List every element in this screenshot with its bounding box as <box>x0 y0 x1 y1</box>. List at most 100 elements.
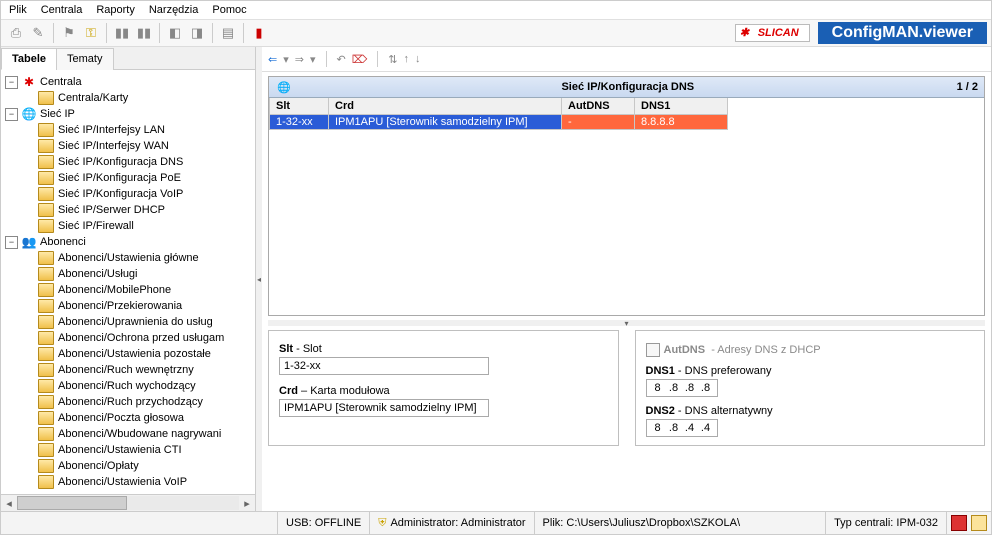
tree-item[interactable]: Sieć IP/Serwer DHCP <box>21 202 253 218</box>
tab-tematy[interactable]: Tematy <box>56 48 113 70</box>
left-panel: Tabele Tematy −✱CentralaCentrala/Karty−🌐… <box>1 47 256 511</box>
nav-down-icon[interactable]: ↓ <box>415 53 421 65</box>
folder-icon <box>38 427 54 441</box>
tree-item[interactable]: Abonenci/Ruch wychodzący <box>21 378 253 394</box>
col-crd[interactable]: Crd <box>329 98 562 115</box>
crd-input[interactable]: IPM1APU [Sterownik samodzielny IPM] <box>279 399 489 417</box>
tool-filter-icon[interactable]: ⚑ <box>59 22 79 44</box>
nav-tree[interactable]: −✱CentralaCentrala/Karty−🌐Sieć IPSieć IP… <box>1 70 255 494</box>
nav-back-icon[interactable]: ⇐ <box>268 53 277 66</box>
menu-plik[interactable]: Plik <box>9 4 27 16</box>
autdns-checkbox[interactable] <box>646 343 660 357</box>
centrala-icon: ✱ <box>22 75 36 89</box>
status-usb: USB: OFFLINE <box>277 512 369 534</box>
dns1-desc: - DNS preferowany <box>678 365 772 377</box>
folder-icon <box>38 219 54 233</box>
tree-item[interactable]: Abonenci/Ruch wewnętrzny <box>21 362 253 378</box>
cell-dns1[interactable]: 8.8.8.8 <box>635 115 728 130</box>
status-admin: ⛨Administrator: Administrator <box>369 512 533 534</box>
tree-item[interactable]: Abonenci/Ustawienia VoIP <box>21 474 253 490</box>
tree-item[interactable]: Abonenci/MobilePhone <box>21 282 253 298</box>
tree-item[interactable]: Abonenci/Ustawienia główne <box>21 250 253 266</box>
shield-icon: ⛨ <box>378 517 386 530</box>
panel-counter: 1 / 2 <box>957 81 978 93</box>
tree-item[interactable]: Sieć IP/Firewall <box>21 218 253 234</box>
cell-aut[interactable]: - <box>562 115 635 130</box>
tree-label: Abonenci/MobilePhone <box>58 284 171 296</box>
menu-centrala[interactable]: Centrala <box>41 4 83 16</box>
tree-item[interactable]: Sieć IP/Interfejsy LAN <box>21 122 253 138</box>
table-row[interactable]: 1-32-xx IPM1APU [Sterownik samodzielny I… <box>270 115 728 130</box>
tree-item[interactable]: Sieć IP/Konfiguracja PoE <box>21 170 253 186</box>
nav-up-icon[interactable]: ↑ <box>404 53 410 65</box>
right-panel: ⇐ ▾ ⇒ ▾ ↶ ⌦ ⇅ ↑ ↓ 🌐 Sieć IP/Konfiguracja… <box>262 47 991 511</box>
tree-label: Abonenci/Ustawienia pozostałe <box>58 348 211 360</box>
tool-3-icon[interactable]: ▮▮ <box>112 22 132 44</box>
tool-2-icon[interactable]: ✎ <box>28 22 48 44</box>
dns2-desc: - DNS alternatywny <box>678 405 773 417</box>
expand-icon[interactable]: − <box>5 108 18 121</box>
tree-item[interactable]: Abonenci/Uprawnienia do usług <box>21 314 253 330</box>
menu-raporty[interactable]: Raporty <box>96 4 135 16</box>
tree-item[interactable]: Sieć IP/Interfejsy WAN <box>21 138 253 154</box>
tree-item[interactable]: Abonenci/Ustawienia CTI <box>21 442 253 458</box>
tree-item[interactable]: Abonenci/Usługi <box>21 266 253 282</box>
slt-input[interactable]: 1-32-xx <box>279 357 489 375</box>
cell-slt[interactable]: 1-32-xx <box>270 115 329 130</box>
dns2-input[interactable]: 8.8.4.4 <box>646 419 718 437</box>
expand-icon[interactable]: − <box>5 236 18 249</box>
status-red-icon[interactable] <box>951 515 967 531</box>
tree-item[interactable]: Abonenci/Opłaty <box>21 458 253 474</box>
folder-icon <box>38 187 54 201</box>
tool-red-icon[interactable]: ▮ <box>249 22 269 44</box>
folder-icon <box>38 347 54 361</box>
tree-item[interactable]: −✱Centrala <box>5 74 253 90</box>
tree-label: Abonenci/Ustawienia CTI <box>58 444 182 456</box>
tree-item[interactable]: Abonenci/Wbudowane nagrywani <box>21 426 253 442</box>
nav-fwd-icon[interactable]: ⇒ <box>295 53 304 66</box>
tab-tabele[interactable]: Tabele <box>1 48 57 70</box>
tree-item[interactable]: Sieć IP/Konfiguracja VoIP <box>21 186 253 202</box>
tree-item[interactable]: Sieć IP/Konfiguracja DNS <box>21 154 253 170</box>
tree-item[interactable]: Centrala/Karty <box>21 90 253 106</box>
tree-item[interactable]: −👥Abonenci <box>5 234 253 250</box>
dns1-input[interactable]: 8.8.8.8 <box>646 379 718 397</box>
tree-item[interactable]: Abonenci/Przekierowania <box>21 298 253 314</box>
nav-sort-icon[interactable]: ⇅ <box>388 53 397 66</box>
folder-icon <box>38 363 54 377</box>
tree-item[interactable]: Abonenci/Ochrona przed usługam <box>21 330 253 346</box>
nav-back-dd-icon[interactable]: ▾ <box>283 53 289 66</box>
menu-bar: Plik Centrala Raporty Narzędzia Pomoc <box>1 1 991 20</box>
cell-crd[interactable]: IPM1APU [Sterownik samodzielny IPM] <box>329 115 562 130</box>
nav-undo-icon[interactable]: ↶ <box>337 53 346 66</box>
tool-6-icon[interactable]: ◨ <box>187 22 207 44</box>
status-spacer <box>1 512 277 534</box>
tool-key-icon[interactable]: ⚿ <box>81 22 101 44</box>
expand-icon[interactable]: − <box>5 76 18 89</box>
nav-toolbar: ⇐ ▾ ⇒ ▾ ↶ ⌦ ⇅ ↑ ↓ <box>262 47 991 72</box>
folder-icon <box>38 155 54 169</box>
menu-narzedzia[interactable]: Narzędzia <box>149 4 199 16</box>
tool-1-icon[interactable]: ⎙ <box>6 22 26 44</box>
status-note-icon[interactable] <box>971 515 987 531</box>
panel-title: Sieć IP/Konfiguracja DNS <box>299 81 957 93</box>
tree-label: Abonenci/Ustawienia VoIP <box>58 476 187 488</box>
tree-hscroll[interactable]: ◂▸ <box>1 494 255 511</box>
col-dns1[interactable]: DNS1 <box>635 98 728 115</box>
tree-item[interactable]: Abonenci/Ruch przychodzący <box>21 394 253 410</box>
tool-5-icon[interactable]: ◧ <box>165 22 185 44</box>
col-autdns[interactable]: AutDNS <box>562 98 635 115</box>
tree-item[interactable]: Abonenci/Poczta głosowa <box>21 410 253 426</box>
menu-pomoc[interactable]: Pomoc <box>212 4 246 16</box>
tree-item[interactable]: −🌐Sieć IP <box>5 106 253 122</box>
col-slt[interactable]: Slt <box>270 98 329 115</box>
tool-doc-icon[interactable]: ▤ <box>218 22 238 44</box>
data-grid[interactable]: Slt Crd AutDNS DNS1 1-32-xx IPM1APU [Ste… <box>269 98 984 315</box>
tree-item[interactable]: Abonenci/Ustawienia pozostałe <box>21 346 253 362</box>
tree-label: Abonenci/Ustawienia główne <box>58 252 199 264</box>
tool-4-icon[interactable]: ▮▮ <box>134 22 154 44</box>
folder-icon <box>38 91 54 105</box>
nav-del-icon[interactable]: ⌦ <box>352 53 368 66</box>
nav-fwd-dd-icon[interactable]: ▾ <box>310 53 316 66</box>
tree-label: Abonenci/Usługi <box>58 268 138 280</box>
